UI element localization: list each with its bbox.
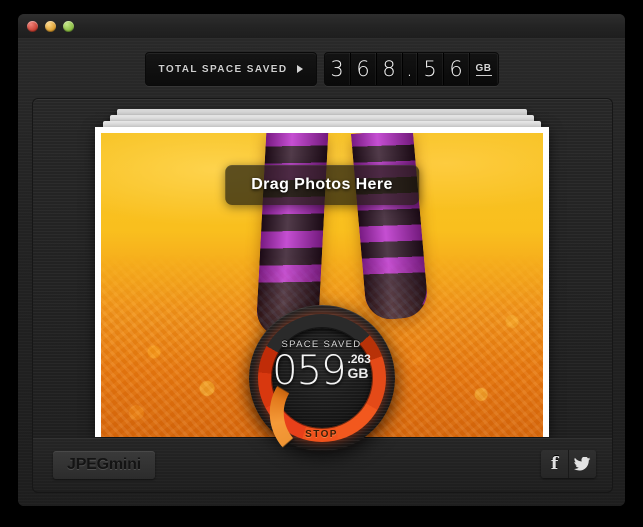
stop-arc (268, 360, 375, 466)
twitter-button[interactable] (568, 450, 596, 478)
stop-button-label: STOP (305, 429, 338, 440)
digit: 6 (444, 53, 470, 85)
decimal-separator: . (403, 53, 418, 85)
gauge-decimal-value: .263 (347, 352, 371, 366)
window-body: TOTAL SPACE SAVED 3 6 8 . 5 6 GB Drag Ph… (18, 38, 625, 506)
social-links: f (541, 450, 596, 478)
drop-zone-label: Drag Photos Here (251, 176, 393, 193)
toolbar: TOTAL SPACE SAVED 3 6 8 . 5 6 GB (18, 38, 625, 98)
digit: 3 (325, 53, 351, 85)
striped-sock-right (350, 133, 430, 322)
total-space-saved-display: 3 6 8 . 5 6 GB (323, 52, 499, 86)
triangle-right-icon (296, 65, 303, 73)
total-space-saved-counter: TOTAL SPACE SAVED 3 6 8 . 5 6 GB (144, 52, 499, 86)
facebook-button[interactable]: f (541, 450, 568, 478)
drop-zone[interactable]: Drag Photos Here (225, 165, 419, 205)
facebook-icon: f (550, 453, 559, 474)
title-bar (18, 14, 625, 39)
minimize-button[interactable] (45, 21, 56, 32)
total-space-saved-button[interactable]: TOTAL SPACE SAVED (144, 52, 317, 86)
digit: 5 (418, 53, 444, 85)
zoom-button[interactable] (63, 21, 74, 32)
close-button[interactable] (27, 21, 38, 32)
digit: 8 (377, 53, 403, 85)
app-window: TOTAL SPACE SAVED 3 6 8 . 5 6 GB Drag Ph… (18, 14, 625, 506)
jpegmini-logo[interactable]: JPEGmini (53, 451, 155, 479)
window-controls (27, 21, 74, 32)
total-space-saved-label: TOTAL SPACE SAVED (158, 63, 288, 75)
digit: 6 (351, 53, 377, 85)
total-unit: GB (470, 53, 498, 85)
twitter-icon (574, 457, 591, 471)
stop-button[interactable]: STOP (268, 360, 375, 466)
space-saved-gauge: SPACE SAVED 059 .263 GB STOP (248, 305, 395, 466)
